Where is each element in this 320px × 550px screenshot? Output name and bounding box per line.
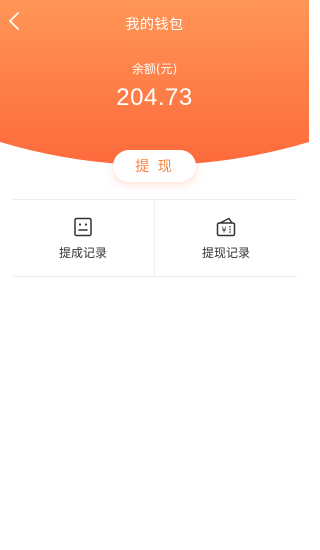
commission-record-icon [74,217,92,236]
records-row: 提成记录 ¥ 提现记录 [12,199,297,277]
svg-text:¥: ¥ [221,225,226,234]
withdraw-button[interactable]: 提 现 [113,150,196,182]
withdraw-record-icon: ¥ [216,217,236,236]
commission-record-button[interactable]: 提成记录 [12,200,154,276]
wallet-header: 我的钱包 余额(元) 204.73 [0,0,309,170]
page-title: 我的钱包 [125,17,184,33]
wallet-page: 我的钱包 余额(元) 204.73 提 现 提成记录 ¥ 提现记录 [0,0,309,550]
commission-record-label: 提成记录 [58,245,107,260]
balance-label: 余额(元) [131,62,178,76]
withdraw-record-button[interactable]: ¥ 提现记录 [154,200,297,276]
withdraw-record-label: 提现记录 [201,245,250,260]
balance-value: 204.73 [116,84,193,111]
